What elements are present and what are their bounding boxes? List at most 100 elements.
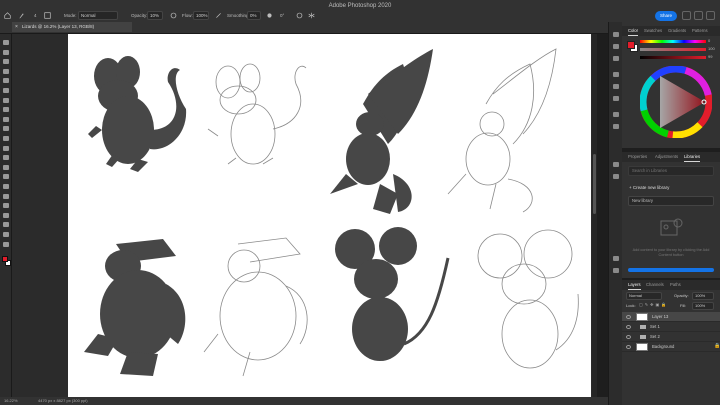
brush-size-label[interactable]: 4 bbox=[34, 13, 37, 18]
quick-select-icon[interactable] bbox=[3, 68, 9, 74]
foreground-color-swatch[interactable] bbox=[627, 41, 635, 49]
brush-settings-panel-icon[interactable] bbox=[613, 72, 619, 77]
visibility-eye-icon[interactable] bbox=[626, 325, 631, 329]
home-icon[interactable] bbox=[4, 12, 11, 19]
brush-settings-icon[interactable] bbox=[44, 12, 51, 19]
tab-adjustments[interactable]: Adjustments bbox=[655, 152, 678, 162]
paragraph-icon[interactable] bbox=[613, 96, 619, 101]
gradient-icon[interactable] bbox=[3, 155, 9, 161]
lasso-icon[interactable] bbox=[3, 59, 9, 65]
histogram-icon[interactable] bbox=[613, 44, 619, 49]
opacity-input[interactable]: 10% bbox=[147, 11, 163, 20]
fill-input[interactable]: 100% bbox=[692, 302, 714, 310]
blend-mode-select[interactable]: Normal bbox=[626, 292, 662, 300]
more-tools-icon[interactable] bbox=[3, 241, 9, 247]
tab-swatches[interactable]: Swatches bbox=[644, 26, 662, 36]
saturation-value[interactable]: 100 bbox=[708, 46, 715, 51]
history-brush-icon[interactable] bbox=[3, 136, 9, 141]
tab-paths[interactable]: Paths bbox=[670, 280, 681, 290]
visibility-eye-icon[interactable] bbox=[626, 315, 631, 319]
tab-patterns[interactable]: Patterns bbox=[692, 26, 708, 36]
artboard[interactable] bbox=[68, 34, 591, 397]
library-select[interactable]: New library bbox=[628, 196, 714, 206]
blur-icon[interactable] bbox=[3, 164, 9, 170]
visibility-eye-icon[interactable] bbox=[626, 335, 631, 339]
visibility-eye-icon[interactable] bbox=[626, 345, 631, 349]
tab-channels[interactable]: Channels bbox=[646, 280, 664, 290]
libraries-icon[interactable] bbox=[613, 174, 619, 179]
pressure-size-icon[interactable] bbox=[296, 12, 303, 19]
toolbar-foreground-color[interactable] bbox=[2, 256, 8, 262]
workspace-icon[interactable] bbox=[694, 11, 703, 20]
crop-icon[interactable] bbox=[3, 78, 9, 84]
winged-creature-silhouette bbox=[330, 49, 433, 214]
character-icon[interactable] bbox=[613, 84, 619, 89]
status-bar: 16.22% 4470 px x 8827 px (300 ppi) bbox=[0, 397, 620, 405]
symmetry-icon[interactable] bbox=[308, 12, 315, 19]
angle-value[interactable]: 0° bbox=[280, 13, 284, 18]
eraser-icon[interactable] bbox=[3, 145, 9, 151]
path-select-icon[interactable] bbox=[3, 203, 9, 209]
add-content-bar[interactable] bbox=[628, 268, 714, 272]
layers-icon[interactable] bbox=[613, 256, 619, 261]
library-search-input[interactable]: Search in Libraries bbox=[628, 166, 714, 176]
play-icon[interactable] bbox=[613, 32, 619, 37]
library-hint-text: Add content to your library by clicking … bbox=[632, 248, 710, 257]
brush-icon[interactable] bbox=[3, 116, 9, 122]
rectangle-icon[interactable] bbox=[3, 212, 9, 218]
lock-icons[interactable]: ▢✎✥▣🔒 bbox=[639, 302, 668, 307]
pressure-opacity-icon[interactable] bbox=[170, 12, 177, 19]
dodge-icon[interactable] bbox=[3, 174, 9, 180]
brush-tool-icon[interactable] bbox=[18, 12, 25, 19]
canvas-area[interactable] bbox=[12, 34, 592, 397]
properties-icon[interactable] bbox=[613, 162, 619, 167]
frame-icon[interactable] bbox=[3, 88, 9, 93]
close-tab-icon[interactable]: × bbox=[15, 22, 18, 32]
brightness-value[interactable]: 99 bbox=[708, 54, 712, 59]
canvas-vertical-scrollbar[interactable] bbox=[592, 34, 597, 397]
scrollbar-thumb[interactable] bbox=[593, 154, 596, 214]
brightness-slider[interactable] bbox=[640, 56, 706, 59]
saturation-slider[interactable] bbox=[640, 48, 706, 51]
tab-libraries[interactable]: Libraries bbox=[684, 152, 701, 162]
tab-gradients[interactable]: Gradients bbox=[668, 26, 686, 36]
opacity-label: Opacity: bbox=[131, 13, 148, 18]
info-icon[interactable] bbox=[613, 56, 619, 61]
search-icon[interactable] bbox=[682, 11, 691, 20]
layer-row[interactable]: Background bbox=[622, 342, 720, 352]
clone-stamp-icon[interactable] bbox=[3, 126, 9, 132]
tab-color[interactable]: Color bbox=[628, 26, 639, 36]
create-new-library-button[interactable]: + Create new library bbox=[629, 185, 713, 190]
smoothing-options-icon[interactable] bbox=[266, 12, 273, 19]
layer-row[interactable]: Set 1 bbox=[622, 322, 720, 332]
arrange-icon[interactable] bbox=[706, 11, 715, 20]
mode-select[interactable]: Normal bbox=[78, 11, 118, 20]
layer-row[interactable]: Set 2 bbox=[622, 332, 720, 342]
tab-properties[interactable]: Properties bbox=[628, 152, 647, 162]
hue-value[interactable]: 0 bbox=[708, 38, 710, 43]
channels-icon[interactable] bbox=[613, 268, 619, 273]
type-icon[interactable] bbox=[3, 193, 9, 199]
hand-icon[interactable] bbox=[3, 222, 9, 228]
pen-icon[interactable] bbox=[3, 184, 9, 189]
mouse-silhouette bbox=[335, 227, 450, 361]
hue-slider[interactable] bbox=[640, 40, 706, 43]
zoom-level[interactable]: 16.22% bbox=[4, 397, 18, 405]
share-button[interactable]: Share bbox=[655, 11, 677, 21]
color-wheel[interactable] bbox=[640, 66, 712, 138]
move-icon[interactable] bbox=[3, 40, 9, 45]
layer-opacity-input[interactable]: 100% bbox=[692, 292, 714, 300]
airbrush-icon[interactable] bbox=[215, 12, 222, 19]
healing-icon[interactable] bbox=[3, 107, 9, 113]
document-tab[interactable]: × Lizards @ 16.2% (Layer 13, RGB/8) bbox=[12, 22, 132, 32]
adjustments-icon[interactable] bbox=[613, 124, 619, 129]
eyedropper-icon[interactable] bbox=[3, 97, 9, 103]
zoom-icon[interactable] bbox=[3, 232, 9, 237]
smoothing-input[interactable]: 0% bbox=[247, 11, 261, 20]
glyphs-icon[interactable] bbox=[613, 112, 619, 117]
layer-row[interactable]: Layer 13 bbox=[622, 312, 720, 322]
tab-layers[interactable]: Layers bbox=[628, 280, 641, 290]
flow-input[interactable]: 100% bbox=[193, 11, 209, 20]
marquee-icon[interactable] bbox=[3, 49, 9, 55]
document-info[interactable]: 4470 px x 8827 px (300 ppi) bbox=[38, 397, 88, 405]
